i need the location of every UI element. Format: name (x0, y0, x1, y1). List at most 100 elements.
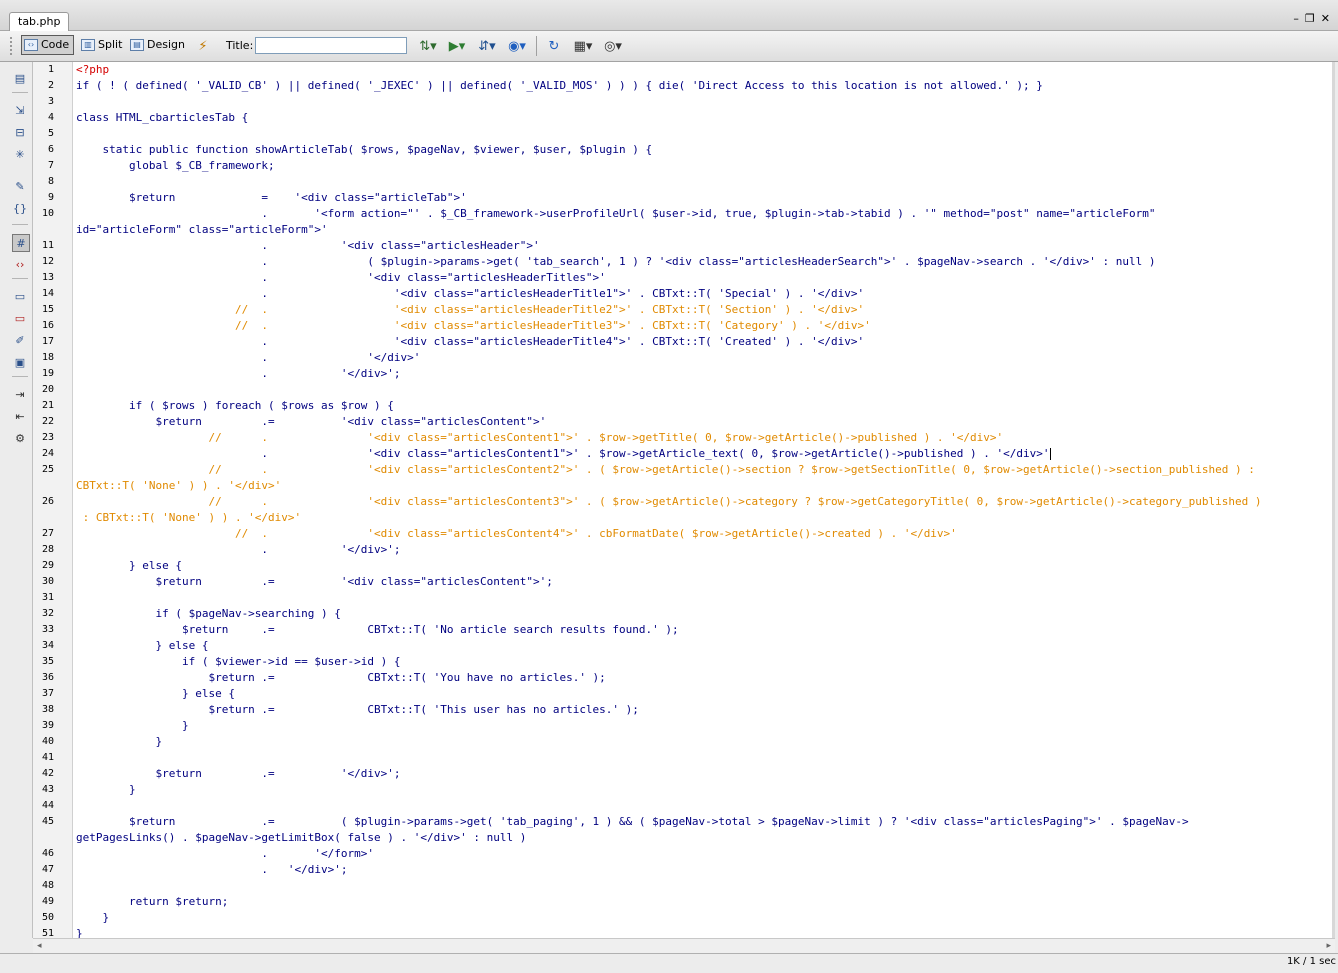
remove-comment-icon[interactable]: ▭ (12, 310, 28, 326)
line-number: 43 (41, 784, 54, 795)
code-line[interactable]: : CBTxt::T( 'None' ) ) . '</div>' (76, 511, 302, 524)
code-line[interactable]: . '<div class="articlesContent1">' . $ro… (76, 447, 1051, 460)
code-text: } (76, 911, 110, 924)
code-line[interactable]: . '<div class="articlesHeaderTitle4">' .… (76, 335, 864, 348)
document-tab[interactable]: tab.php (9, 12, 70, 31)
code-line[interactable]: $return .= '</div>'; (76, 767, 401, 780)
line-number-gutter: 1 2 3 4 5 6 7 8 9 10 11 12 13 14 15 16 17 18 19 20 21 22 23 24 2… (33, 62, 73, 938)
code-line[interactable]: if ( $rows ) foreach ( $rows as $row ) { (76, 399, 394, 412)
code-line[interactable]: } else { (76, 687, 235, 700)
wrap-tag-icon[interactable]: ✐ (12, 332, 28, 348)
visual-aids-icon[interactable]: ◎▾ (601, 37, 625, 55)
code-text: . '<form action="' . $_CB_framework->use… (76, 207, 1156, 220)
line-number: 31 (41, 592, 54, 603)
code-line[interactable]: // . '<div class="articlesContent1">' . … (76, 431, 1003, 444)
expand-all-icon[interactable]: ✳ (12, 146, 28, 162)
code-line[interactable]: if ( $viewer->id == $user->id ) { (76, 655, 401, 668)
code-line[interactable]: $return .= '<div class="articlesContent"… (76, 415, 546, 428)
code-line[interactable]: . '</div>'; (76, 863, 347, 876)
code-line[interactable]: . '<form action="' . $_CB_framework->use… (76, 207, 1155, 220)
file-management-icon[interactable]: ⇅▾ (416, 37, 440, 55)
minimize-icon[interactable]: – (1293, 12, 1299, 25)
code-line[interactable]: } else { (76, 559, 182, 572)
refresh-icon[interactable]: ↻ (545, 37, 563, 55)
highlight-invalid-code-icon[interactable]: ‹› (12, 256, 28, 272)
code-line[interactable]: } (76, 927, 83, 938)
vertical-scrollbar[interactable] (1332, 62, 1335, 938)
code-line[interactable]: return $return; (76, 895, 228, 908)
code-line[interactable]: // . '<div class="articlesContent2">' . … (76, 463, 1254, 476)
open-documents-icon[interactable]: ▤ (12, 70, 28, 86)
code-line[interactable]: $return .= ( $plugin->params->get( 'tab_… (76, 815, 1189, 828)
collapse-selection-icon[interactable]: ⊟ (12, 124, 28, 140)
code-line[interactable]: id="articleForm" class="articleForm">' (76, 223, 328, 236)
code-line[interactable]: } (76, 719, 189, 732)
code-line[interactable]: $return .= '<div class="articlesContent"… (76, 575, 553, 588)
code-line[interactable]: . '<div class="articlesHeaderTitle1">' .… (76, 287, 864, 300)
code-line[interactable]: } (76, 735, 162, 748)
outdent-code-icon[interactable]: ⇤ (12, 408, 28, 424)
code-line[interactable]: . '</form>' (76, 847, 374, 860)
validate-icon[interactable]: ▶▾ (445, 37, 469, 55)
restore-icon[interactable]: ❐ (1305, 12, 1315, 25)
code-text: $return .= '<div class="articlesContent"… (76, 575, 553, 588)
view-options-icon[interactable]: ▦▾ (571, 37, 595, 55)
code-line[interactable]: $return .= CBTxt::T( 'You have no articl… (76, 671, 605, 684)
download-stats: 1K / 1 sec (1286, 956, 1336, 967)
code-line[interactable]: $return .= CBTxt::T( 'This user has no a… (76, 703, 638, 716)
close-icon[interactable]: ✕ (1321, 12, 1330, 25)
split-view-button[interactable]: ▥ Split (78, 35, 127, 55)
code-line[interactable]: } (76, 783, 136, 796)
code-line[interactable]: CBTxt::T( 'None' ) ) . '</div>' (76, 479, 281, 492)
code-editor[interactable]: 1 2 3 4 5 6 7 8 9 10 11 12 13 14 15 16 17 18 19 20 21 22 23 24 2… (33, 62, 1335, 938)
code-line[interactable]: // . '<div class="articlesHeaderTitle3">… (76, 319, 871, 332)
collapse-full-tag-icon[interactable]: ⇲ (12, 102, 28, 118)
code-line[interactable]: global $_CB_framework; (76, 159, 275, 172)
horizontal-scrollbar[interactable]: ◂ ▸ (33, 938, 1335, 953)
apply-comment-icon[interactable]: ▭ (12, 288, 28, 304)
code-line[interactable]: . ( $plugin->params->get( 'tab_search', … (76, 255, 1155, 268)
code-line[interactable]: getPagesLinks() . $pageNav->getLimitBox(… (76, 831, 526, 844)
code-text: . '<div class="articlesHeaderTitle1">' .… (76, 287, 865, 300)
code-line[interactable]: if ( $pageNav->searching ) { (76, 607, 341, 620)
code-line[interactable]: . '<div class="articlesHeaderTitles">' (76, 271, 605, 284)
code-line[interactable]: // . '<div class="articlesHeaderTitle2">… (76, 303, 864, 316)
toolbar-grip[interactable] (10, 37, 16, 55)
code-line[interactable]: <?php (76, 63, 109, 76)
design-view-button[interactable]: ▤ Design (127, 35, 190, 55)
code-line[interactable]: . '</div>'; (76, 543, 400, 556)
code-line[interactable]: class HTML_cbarticlesTab { (76, 111, 248, 124)
code-text: getPagesLinks() . $pageNav->getLimitBox(… (76, 831, 527, 844)
line-number: 29 (41, 560, 54, 571)
code-line[interactable]: if ( ! ( defined( '_VALID_CB' ) || defin… (76, 79, 1043, 92)
indent-code-icon[interactable]: ⇥ (12, 386, 28, 402)
code-text: $return = '<div class="articleTab">' (76, 191, 467, 204)
code-text: if ( $pageNav->searching ) { (76, 607, 341, 620)
line-numbers-icon[interactable]: # (12, 234, 30, 252)
code-text: if ( ! ( defined( '_VALID_CB' ) || defin… (76, 79, 1043, 92)
scroll-right-icon[interactable]: ▸ (1326, 939, 1331, 953)
code-line[interactable]: . '</div>' (76, 351, 420, 364)
format-source-icon[interactable]: ⚙ (12, 430, 28, 446)
line-number: 19 (41, 368, 54, 379)
code-line[interactable]: . '</div>'; (76, 367, 400, 380)
code-line[interactable]: static public function showArticleTab( $… (76, 143, 652, 156)
code-text: $return .= '</div>'; (76, 767, 401, 780)
title-input[interactable] (255, 37, 407, 54)
code-line[interactable]: // . '<div class="articlesContent4">' . … (76, 527, 957, 540)
code-line[interactable]: $return .= CBTxt::T( 'No article search … (76, 623, 679, 636)
select-parent-tag-icon[interactable]: ✎ (12, 178, 28, 194)
code-line[interactable]: $return = '<div class="articleTab">' (76, 191, 467, 204)
balance-braces-icon[interactable]: {} (12, 200, 28, 216)
browser-preview-icon[interactable]: ⇵▾ (475, 37, 499, 55)
code-line[interactable]: } (76, 911, 109, 924)
code-line[interactable]: } else { (76, 639, 208, 652)
code-line[interactable]: // . '<div class="articlesContent3">' . … (76, 495, 1261, 508)
code-view-button[interactable]: ‹› Code (21, 35, 75, 55)
globe-icon[interactable]: ◉▾ (505, 37, 529, 55)
recent-snippets-icon[interactable]: ▣ (12, 354, 28, 370)
live-view-icon[interactable]: ⚡ (194, 37, 212, 55)
code-text: class HTML_cbarticlesTab { (76, 111, 249, 124)
code-line[interactable]: . '<div class="articlesHeader">' (76, 239, 539, 252)
scroll-left-icon[interactable]: ◂ (37, 939, 42, 953)
